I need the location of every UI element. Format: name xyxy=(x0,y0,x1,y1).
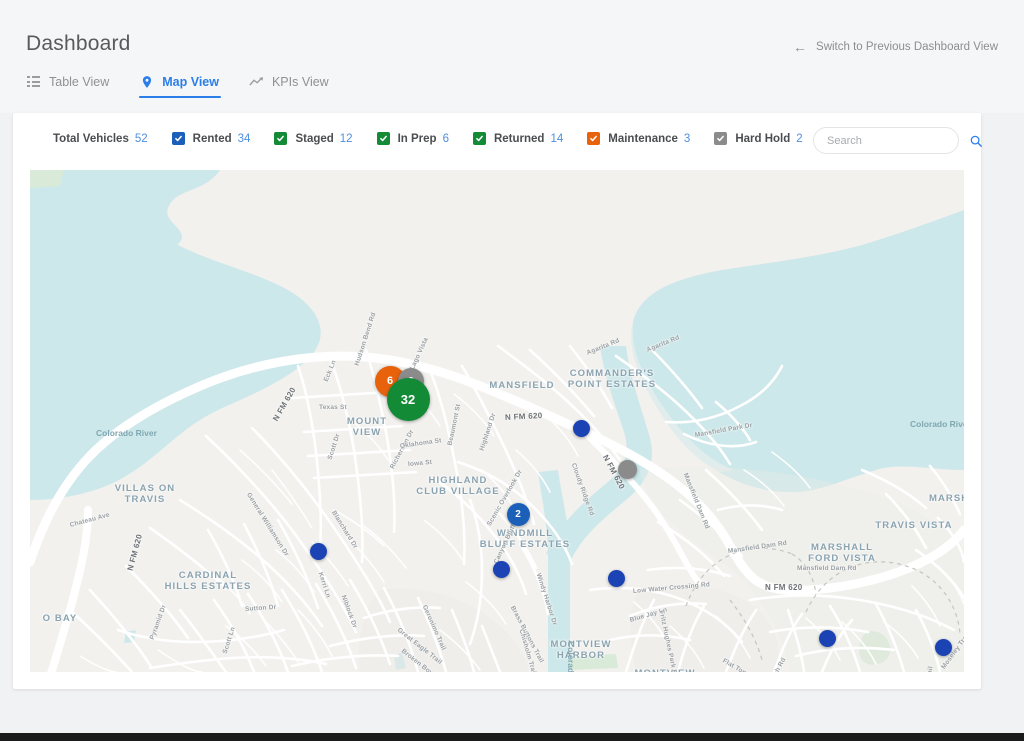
checkbox-rented[interactable] xyxy=(172,132,185,145)
search-input[interactable] xyxy=(827,135,969,147)
total-vehicles-label: Total Vehicles xyxy=(53,133,129,145)
legend-item-rented[interactable]: Rented 34 xyxy=(172,132,251,145)
legend-label: Rented xyxy=(193,133,232,145)
legend-label: Maintenance xyxy=(608,133,678,145)
tab-label: Map View xyxy=(162,75,219,89)
legend-count: 6 xyxy=(443,133,449,145)
map-marker-blue[interactable] xyxy=(819,630,836,647)
legend-item-staged[interactable]: Staged 12 xyxy=(274,132,352,145)
table-icon xyxy=(26,74,41,89)
legend-label: Hard Hold xyxy=(735,133,790,145)
tab-label: Table View xyxy=(49,75,109,89)
checkbox-hard-hold[interactable] xyxy=(714,132,727,145)
legend-item-returned[interactable]: Returned 14 xyxy=(473,132,563,145)
map-pin-icon xyxy=(139,74,154,89)
checkbox-returned[interactable] xyxy=(473,132,486,145)
trending-up-icon xyxy=(249,74,264,89)
dashboard-page: Dashboard ← Switch to Previous Dashboard… xyxy=(0,0,1024,741)
map-basemap xyxy=(30,170,964,672)
switch-link-label: Switch to Previous Dashboard View xyxy=(816,41,998,53)
map-marker-blue[interactable] xyxy=(573,420,590,437)
legend-label: In Prep xyxy=(398,133,437,145)
tab-kpis-view[interactable]: KPIs View xyxy=(249,74,345,98)
bottom-bar xyxy=(0,733,1024,741)
checkbox-in-prep[interactable] xyxy=(377,132,390,145)
legend-filter-bar: Total Vehicles 52 Rented 34 Staged 12 In Pre… xyxy=(13,113,981,170)
legend-count: 12 xyxy=(340,133,353,145)
total-vehicles-item: Total Vehicles 52 xyxy=(53,133,148,145)
legend-count: 3 xyxy=(684,133,690,145)
map-marker-blue[interactable] xyxy=(493,561,510,578)
map-marker-blue[interactable] xyxy=(935,639,952,656)
legend-item-hard-hold[interactable]: Hard Hold 2 xyxy=(714,132,802,145)
search-icon[interactable] xyxy=(969,134,983,148)
checkbox-staged[interactable] xyxy=(274,132,287,145)
legend-item-in-prep[interactable]: In Prep 6 xyxy=(377,132,449,145)
legend-label: Returned xyxy=(494,133,544,145)
page-header: Dashboard ← Switch to Previous Dashboard… xyxy=(0,0,1024,113)
map-marker-blue[interactable] xyxy=(608,570,625,587)
tab-table-view[interactable]: Table View xyxy=(26,74,125,98)
legend-count: 34 xyxy=(238,133,251,145)
map-cluster-marker[interactable]: 32 xyxy=(387,378,430,421)
page-title: Dashboard xyxy=(26,32,131,56)
search-box[interactable] xyxy=(813,127,959,154)
checkbox-maintenance[interactable] xyxy=(587,132,600,145)
legend-item-maintenance[interactable]: Maintenance 3 xyxy=(587,132,690,145)
legend-count: 14 xyxy=(550,133,563,145)
legend-items: Total Vehicles 52 Rented 34 Staged 12 In Pre… xyxy=(53,132,923,145)
switch-to-previous-dashboard-view-link[interactable]: ← Switch to Previous Dashboard View xyxy=(793,40,998,54)
map-view-card: Total Vehicles 52 Rented 34 Staged 12 In Pre… xyxy=(13,113,981,689)
legend-count: 2 xyxy=(796,133,802,145)
tab-map-view[interactable]: Map View xyxy=(139,74,235,98)
total-vehicles-count: 52 xyxy=(135,133,148,145)
view-tabs: Table View Map View KPIs View xyxy=(26,74,359,98)
legend-label: Staged xyxy=(295,133,333,145)
arrow-left-icon: ← xyxy=(793,40,807,54)
vehicle-location-map[interactable]: COMMANDER'SPOINT ESTATESMANSFIELDMOUNTVI… xyxy=(30,170,964,672)
tab-label: KPIs View xyxy=(272,75,329,89)
tab-active-underline xyxy=(139,96,221,99)
map-cluster-marker[interactable]: 2 xyxy=(507,503,530,526)
map-marker-blue[interactable] xyxy=(310,543,327,560)
map-marker-gray[interactable] xyxy=(618,460,637,479)
